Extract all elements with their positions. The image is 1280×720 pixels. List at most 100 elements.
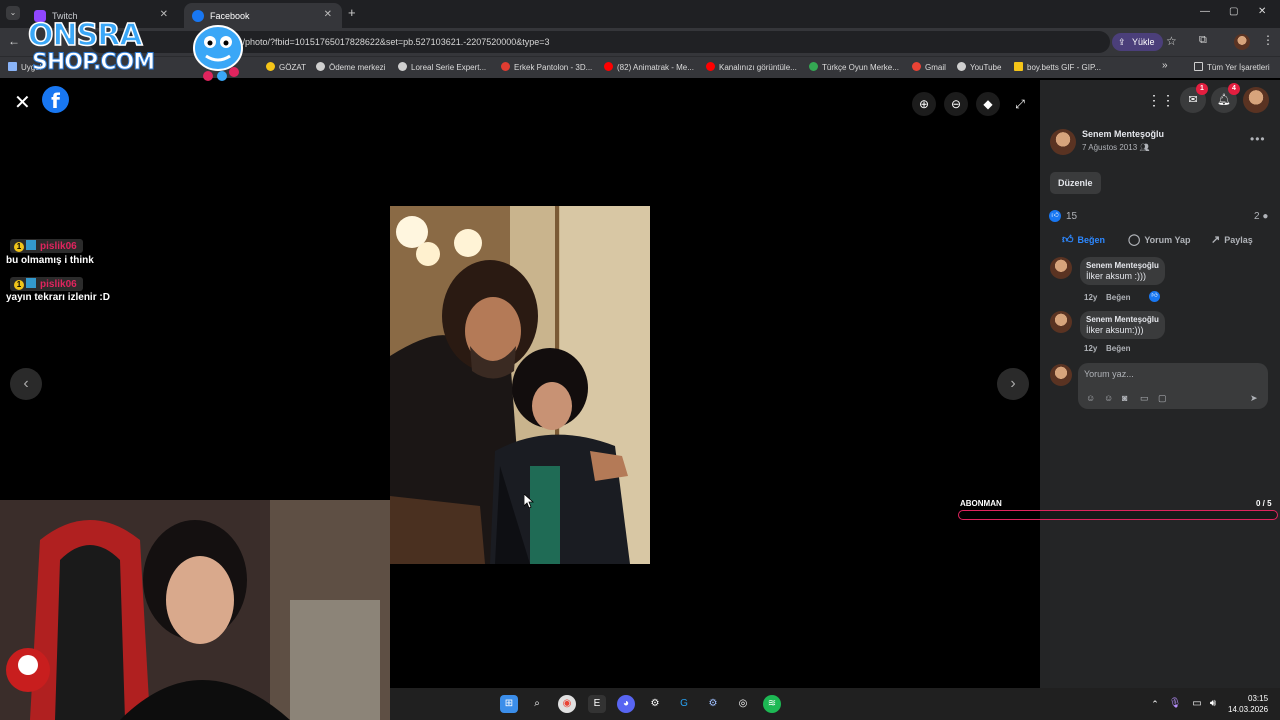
menu-icon[interactable]: ⋮ (1262, 33, 1274, 47)
more-bookmarks-icon[interactable]: » (1162, 60, 1168, 71)
comment-author[interactable]: Senem Menteşoğlu (1086, 315, 1159, 324)
zoom-out-icon[interactable]: ⊖ (944, 92, 968, 116)
photo-image (390, 206, 650, 564)
comment-author[interactable]: Senem Menteşoğlu (1086, 261, 1159, 270)
system-clock[interactable]: 03:15 14.03.2026 (1228, 693, 1268, 715)
apps-grid-icon (8, 62, 17, 71)
new-tab-button[interactable]: + (348, 5, 356, 20)
windows-taskbar: ⊞ ⌕ ◉ E ◕ ⚙ G ⚙ ◎ ≋ ⌃ 🎙︎ ▭ 🔊︎ 03:15 14.0… (390, 688, 1280, 720)
profile-avatar[interactable] (1234, 34, 1250, 50)
onsra-shop-logo: ONSRA SHOP.COM (27, 17, 258, 94)
share-button[interactable]: ↗ Paylaş (1211, 233, 1253, 246)
steam-icon[interactable]: ⚙ (646, 695, 664, 713)
post-author[interactable]: Senem Menteşoğlu (1082, 129, 1164, 139)
chrome-icon[interactable]: ◉ (558, 695, 576, 713)
apps-menu-icon[interactable]: ⋮⋮ (1147, 87, 1175, 113)
bookmark-loreal[interactable]: Loreal Serie Expert... (398, 62, 486, 72)
bookmark-animatrak[interactable]: (82) Animatrak - Me... (604, 62, 694, 72)
logitech-icon[interactable]: G (675, 695, 693, 713)
webcam-feed (0, 500, 390, 720)
tray-chevron-icon[interactable]: ⌃ (1146, 695, 1164, 713)
back-arrow-icon[interactable]: ← (8, 34, 20, 48)
zoom-in-icon[interactable]: ⊕ (912, 92, 936, 116)
tag-icon[interactable]: ◆ (976, 92, 1000, 116)
more-options-icon[interactable]: ••• (1250, 132, 1266, 146)
discord-icon[interactable]: ◕ (617, 695, 635, 713)
bookmark-all[interactable]: Tüm Yer İşaretleri (1194, 62, 1270, 72)
comment-bubble: Senem Menteşoğlu İlker aksum :))) (1080, 257, 1165, 285)
comment-like-button[interactable]: Beğen (1106, 293, 1130, 302)
clock-date: 14.03.2026 (1228, 705, 1269, 714)
send-icon[interactable]: ➤ (1250, 393, 1258, 404)
emoji-icon[interactable]: ☺ (1104, 393, 1113, 403)
commenter-avatar[interactable] (1050, 257, 1072, 279)
comment-input-placeholder[interactable]: Yorum yaz... (1084, 369, 1134, 379)
commenter-avatar[interactable] (1050, 311, 1072, 333)
account-avatar[interactable] (1243, 87, 1269, 113)
post-date[interactable]: 7 Ağustos 2013 👥︎ (1082, 143, 1150, 152)
spotify-icon[interactable]: ≋ (763, 695, 781, 713)
microphone-icon[interactable]: 🎙︎ (1166, 695, 1184, 713)
comment-age: 12y (1084, 344, 1098, 353)
gif-icon[interactable]: ▭ (1140, 393, 1149, 404)
post-photo (390, 206, 650, 564)
comment-like-reaction-icon[interactable]: 👍︎ (1149, 291, 1160, 302)
comment-button[interactable]: ◯ Yorum Yap (1128, 233, 1191, 246)
obs-icon[interactable]: ◎ (734, 695, 752, 713)
minimize-button[interactable]: — (1200, 6, 1210, 17)
composer-avatar (1050, 364, 1072, 386)
notifications-badge: 4 (1228, 83, 1240, 95)
chat-message: yayın tekrarı izlenir :D (6, 292, 110, 303)
edit-button[interactable]: Düzenle (1050, 172, 1101, 194)
comment-like-button[interactable]: Beğen (1106, 344, 1130, 353)
avatar-sticker-icon[interactable]: ☺ (1086, 393, 1095, 403)
subscriber-goal-label: ABONMAN (960, 499, 1002, 508)
close-tab-icon[interactable]: ✕ (324, 9, 332, 20)
sub-badge-icon (26, 240, 36, 250)
chevron-right-icon[interactable]: › (997, 368, 1029, 400)
likes-count[interactable]: 15 (1066, 211, 1077, 222)
subscriber-goal-bar (958, 510, 1278, 520)
tab-search-button[interactable]: ⌄ (6, 6, 20, 20)
badge-icon: 1 (14, 242, 24, 252)
extensions-icon[interactable]: ⧉ (1199, 34, 1207, 47)
fullscreen-icon[interactable]: ⤢ (1008, 92, 1032, 116)
search-icon[interactable]: ⌕ (528, 695, 546, 713)
badge-icon: 1 (14, 280, 24, 290)
epic-games-icon[interactable]: E (588, 695, 606, 713)
webcam-image (0, 500, 390, 720)
chat-message: bu olmamış i think (6, 255, 94, 266)
bookmark-kanal[interactable]: Kanalınızı görüntüle... (706, 62, 797, 72)
bookmark-youtube[interactable]: YouTube (957, 62, 1001, 72)
bookmark-boy-betts[interactable]: boy.betts GIF - GIP... (1014, 62, 1101, 72)
sticker-icon[interactable]: ▢ (1158, 393, 1167, 404)
upload-button[interactable]: ⇪ Yükle (1112, 33, 1163, 51)
volume-icon[interactable]: 🔊︎ (1204, 695, 1222, 713)
like-reaction-icon[interactable]: 👍︎ (1049, 210, 1061, 222)
comment-bubble: Senem Menteşoğlu İlker aksum:))) (1080, 311, 1165, 339)
comment-text: İlker aksum :))) (1086, 271, 1147, 281)
comments-count[interactable]: 2 ● (1254, 211, 1268, 222)
logo-line1: ONSRA (27, 17, 143, 54)
bookmark-odeme[interactable]: Ödeme merkezi (316, 62, 385, 72)
logo-line2: SHOP.COM (31, 50, 155, 76)
comment-composer[interactable]: Yorum yaz... ☺ ☺ ◙ ▭ ▢ ➤ (1078, 363, 1268, 409)
start-menu-icon[interactable]: ⊞ (500, 695, 518, 713)
camera-icon[interactable]: ◙ (1122, 393, 1127, 403)
author-avatar[interactable] (1050, 129, 1076, 155)
close-window-button[interactable]: ✕ (1258, 6, 1266, 17)
like-button[interactable]: 👍︎ Beğen (1062, 233, 1105, 246)
clock-time: 03:15 (1248, 694, 1269, 703)
bookmark-turkce-oyun[interactable]: Türkçe Oyun Merke... (809, 62, 899, 72)
upload-icon: ⇪ (1118, 37, 1126, 47)
bookmark-erkek-pantolon[interactable]: Erkek Pantolon - 3D... (501, 62, 592, 72)
settings-icon[interactable]: ⚙ (704, 695, 722, 713)
bookmark-gozat[interactable]: GÖZAT (266, 62, 306, 72)
bookmark-gmail[interactable]: Gmail (912, 62, 946, 72)
post-side-panel: ⋮⋮ ✉ 1 🔔︎ 4 Senem Menteşoğlu 7 Ağustos 2… (1040, 80, 1280, 688)
star-icon[interactable]: ☆ (1166, 34, 1177, 48)
restore-button[interactable]: ▢ (1229, 6, 1238, 17)
chat-username: 1 pislik06 (10, 239, 83, 253)
chevron-left-icon[interactable]: ‹ (10, 368, 42, 400)
url-text: om/photo/?fbid=10151765017828622&set=pb.… (230, 37, 550, 47)
